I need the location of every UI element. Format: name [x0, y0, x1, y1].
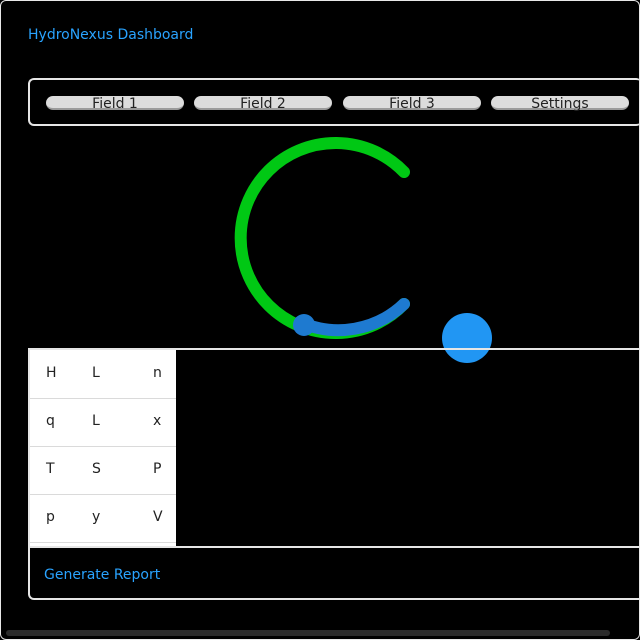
grid-cell[interactable]: P [153, 461, 161, 477]
horizontal-scrollbar[interactable] [6, 630, 610, 636]
grid-cell[interactable]: T [46, 461, 55, 477]
grid-cell[interactable]: q [46, 413, 55, 429]
panel-divider [30, 546, 640, 548]
grid-cell[interactable]: L [92, 365, 100, 381]
grid-cell[interactable]: y [92, 509, 100, 525]
gauge-fill [294, 298, 410, 337]
grid-cell[interactable]: x [153, 413, 161, 429]
grid-cell[interactable]: S [92, 461, 101, 477]
grid-cell[interactable]: V [153, 509, 163, 525]
grid-cell[interactable]: n [153, 365, 162, 381]
grid-cell[interactable]: L [92, 413, 100, 429]
grid-cell[interactable]: H [46, 365, 57, 381]
generate-report-link[interactable]: Generate Report [44, 567, 160, 583]
gauge-knob[interactable] [293, 314, 315, 336]
letter-grid: H L n q L x T S P p y V [30, 350, 176, 546]
grid-row: q L x [30, 398, 176, 447]
grid-row: p y V [30, 494, 176, 543]
gauge-track [234, 137, 410, 339]
grid-cell[interactable]: p [46, 509, 55, 525]
grid-row: T S P [30, 446, 176, 495]
grid-row: H L n [30, 350, 176, 399]
